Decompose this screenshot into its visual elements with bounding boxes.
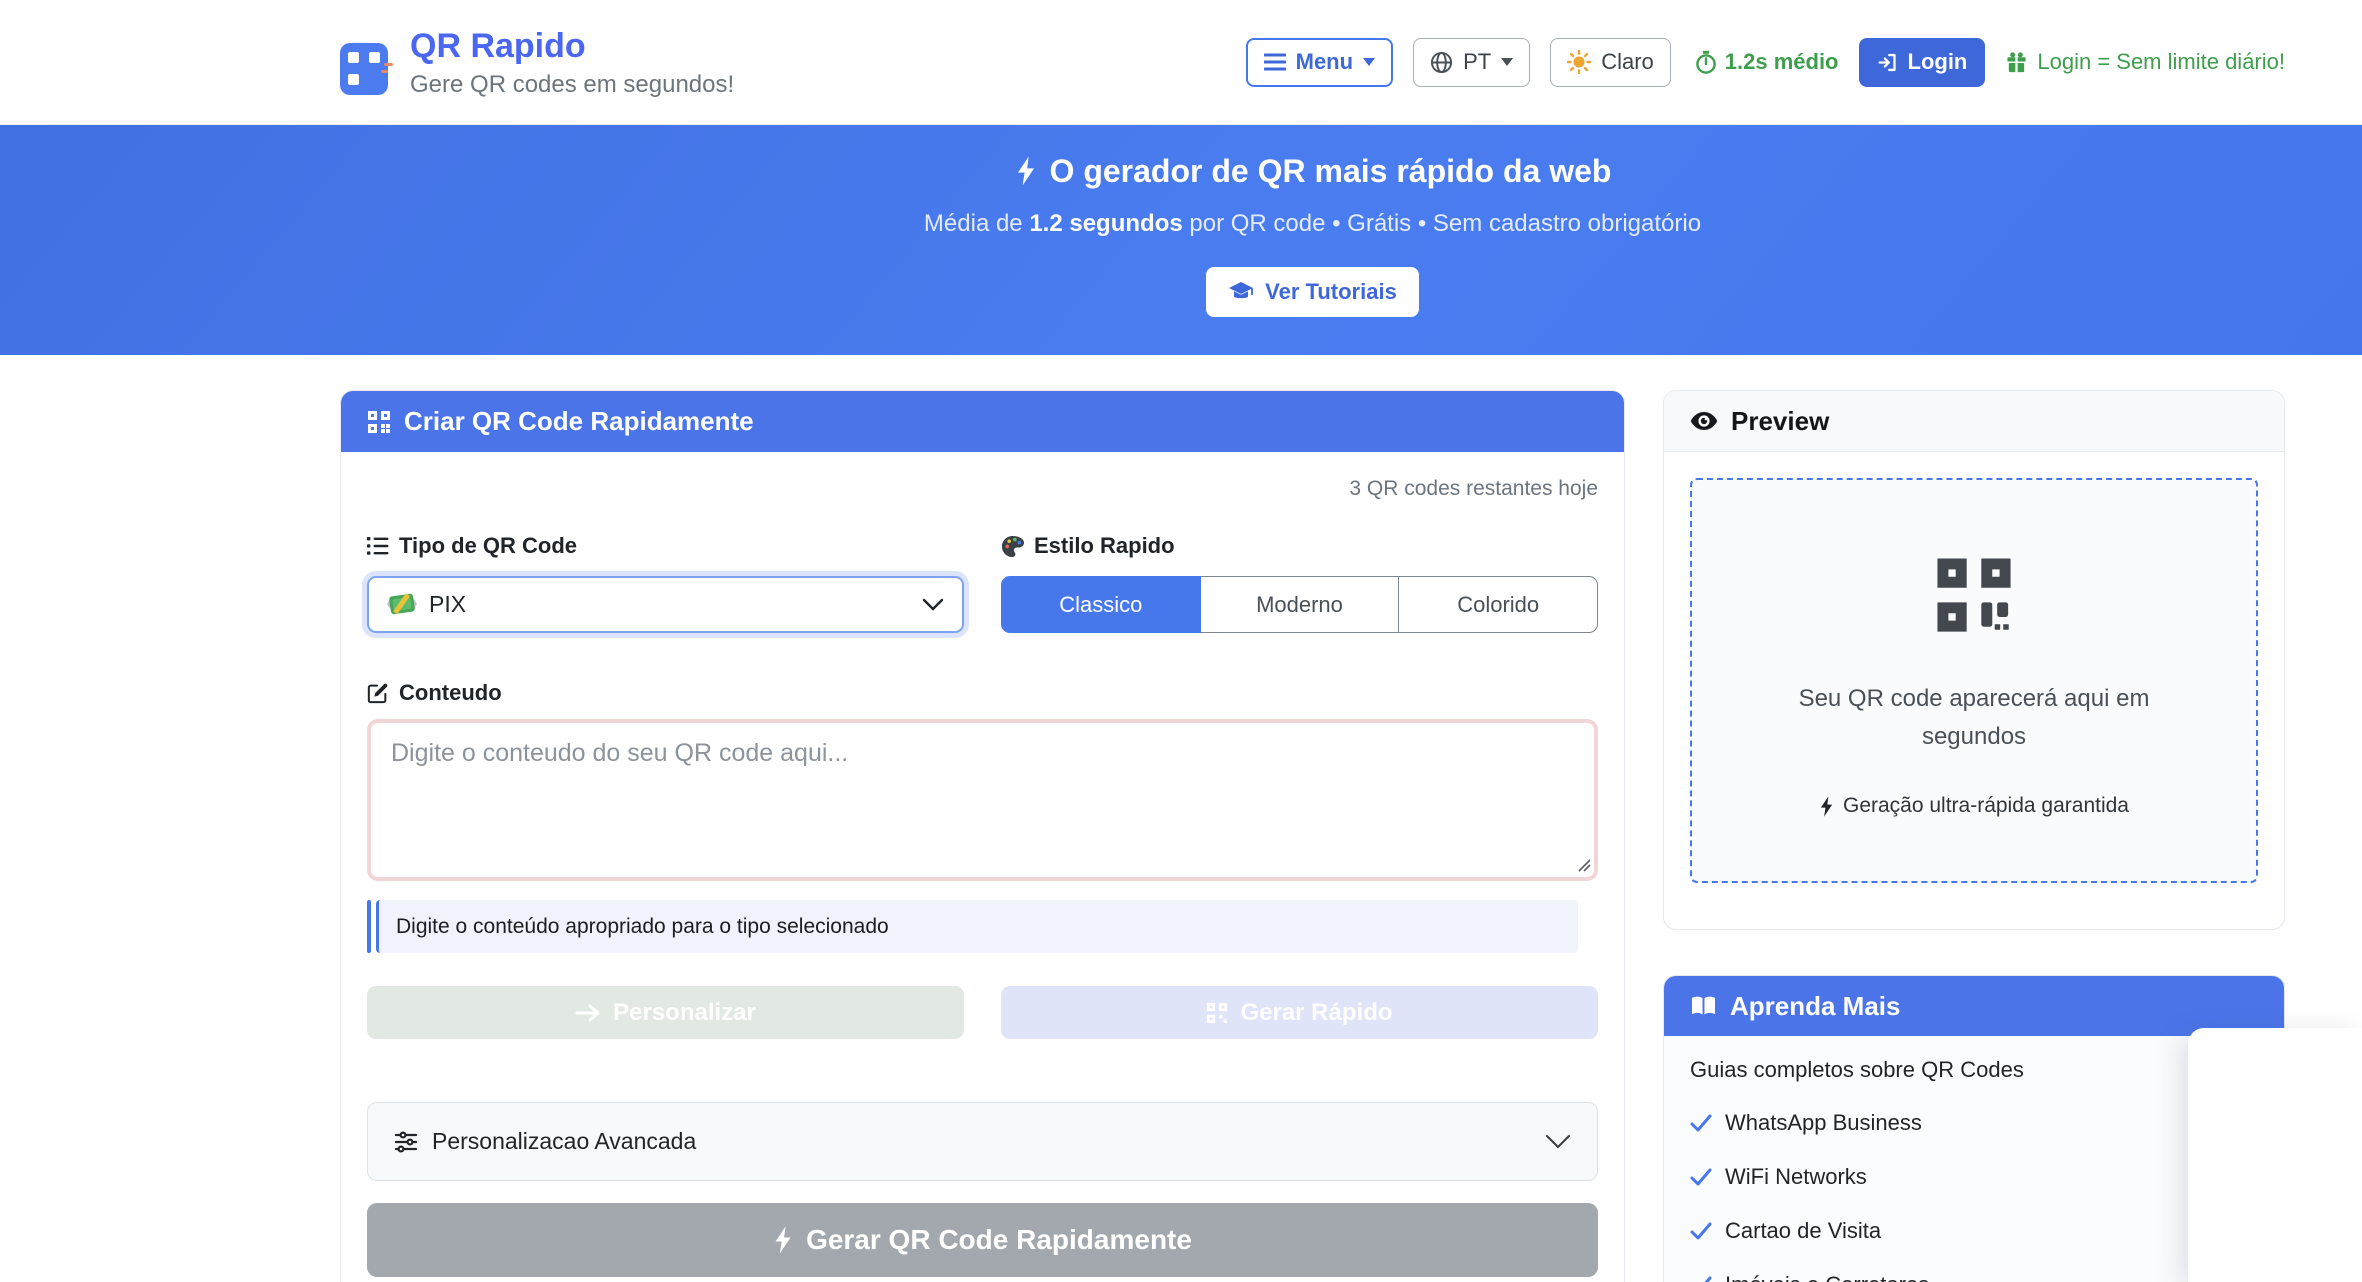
qr-creator-card: Criar QR Code Rapidamente 3 QR codes res… — [340, 390, 1625, 1282]
learn-item[interactable]: WiFi Networks — [1690, 1162, 2258, 1192]
preview-note: Geração ultra-rápida garantida — [1819, 794, 2129, 818]
preview-card: Preview Seu QR code aparecerá aqui em se… — [1663, 390, 2285, 930]
check-icon — [1690, 1167, 1712, 1187]
generate-qr-button[interactable]: Gerar QR Code Rapidamente — [367, 1203, 1598, 1277]
topbar-actions: Menu PT Claro — [1246, 38, 2285, 87]
check-icon — [1690, 1275, 1712, 1282]
hero-title-text: O gerador de QR mais rápido da web — [1050, 149, 1612, 193]
lightning-bolt-icon — [1819, 796, 1834, 817]
caret-down-icon — [1363, 58, 1375, 66]
list-icon — [367, 536, 389, 556]
speed-badge-label: 1.2s médio — [1725, 49, 1839, 75]
qr-type-value: PIX — [429, 591, 922, 618]
content-hint: Digite o conteúdo apropriado para o tipo… — [376, 900, 1578, 953]
generate-qr-label: Gerar QR Code Rapidamente — [806, 1224, 1192, 1256]
quota-remaining: 3 QR codes restantes hoje — [367, 476, 1598, 502]
qr-type-select[interactable]: PIX — [367, 576, 964, 633]
advanced-customization-accordion[interactable]: Personalizacao Avancada — [367, 1102, 1598, 1181]
speed-badge: 1.2s médio — [1695, 49, 1839, 75]
login-label: Login — [1908, 49, 1968, 75]
learn-item[interactable]: Imóveis e Corretores — [1690, 1270, 2258, 1282]
lightning-bolt-icon — [1014, 156, 1038, 186]
palette-icon — [1001, 535, 1024, 558]
personalize-label: Personalizar — [613, 999, 756, 1027]
arrow-right-icon — [575, 1003, 601, 1023]
brand-text: QR Rapido Gere QR codes em segundos! — [410, 23, 734, 101]
learn-more-title: Aprenda Mais — [1730, 991, 1901, 1022]
advanced-customization-label: Personalizacao Avancada — [432, 1128, 696, 1155]
lightning-bolt-icon — [773, 1226, 793, 1254]
check-icon — [1690, 1113, 1712, 1133]
quick-generate-label: Gerar Rápido — [1240, 999, 1392, 1027]
qr-code-icon — [367, 410, 391, 434]
preview-note-text: Geração ultra-rápida garantida — [1843, 794, 2129, 818]
brand-logo-icon[interactable] — [340, 43, 388, 95]
brand-name[interactable]: QR Rapido — [410, 23, 734, 69]
hero-title: O gerador de QR mais rápido da web — [1014, 149, 1612, 193]
open-book-icon — [1690, 995, 1717, 1018]
menu-button[interactable]: Menu — [1246, 38, 1393, 87]
style-option-moderno[interactable]: Moderno — [1200, 576, 1400, 633]
caret-down-icon — [1501, 58, 1513, 66]
language-button[interactable]: PT — [1413, 38, 1530, 87]
language-label: PT — [1463, 49, 1491, 75]
overlay-panel — [2188, 1028, 2362, 1282]
tutorials-button[interactable]: Ver Tutoriais — [1206, 267, 1419, 317]
learn-more-header: Aprenda Mais — [1664, 976, 2284, 1036]
brand-tagline: Gere QR codes em segundos! — [410, 69, 734, 101]
gift-icon — [2005, 51, 2028, 74]
hamburger-icon — [1264, 53, 1286, 71]
learn-item[interactable]: Cartao de Visita — [1690, 1216, 2258, 1246]
qr-type-label: Tipo de QR Code — [367, 532, 964, 560]
graduation-cap-icon — [1228, 281, 1254, 303]
resize-handle[interactable] — [1577, 858, 1591, 872]
learn-subtitle: Guias completos sobre QR Codes — [1690, 1056, 2258, 1084]
sliders-icon — [394, 1130, 418, 1154]
hero-banner: O gerador de QR mais rápido da web Média… — [0, 125, 2362, 355]
preview-title: Preview — [1731, 406, 1829, 437]
money-banknote-icon — [387, 592, 417, 618]
globe-icon — [1430, 51, 1453, 74]
quick-style-label: Estilo Rapido — [1001, 532, 1598, 560]
stopwatch-icon — [1695, 50, 1717, 74]
style-option-classico[interactable]: Classico — [1001, 576, 1201, 633]
theme-toggle-button[interactable]: Claro — [1550, 38, 1671, 87]
menu-label: Menu — [1296, 49, 1353, 75]
content-label: Conteudo — [367, 679, 1598, 707]
brand: QR Rapido Gere QR codes em segundos! — [340, 23, 734, 101]
login-benefit: Login = Sem limite diário! — [2005, 49, 2285, 75]
preview-header: Preview — [1664, 391, 2284, 452]
login-arrow-icon — [1877, 52, 1898, 73]
login-button[interactable]: Login — [1859, 38, 1986, 87]
learn-item[interactable]: WhatsApp Business — [1690, 1108, 2258, 1138]
hint-accent-bar — [367, 900, 371, 953]
theme-label: Claro — [1601, 49, 1654, 75]
chevron-down-icon — [1545, 1134, 1571, 1149]
qr-rapido-page: QR Rapido Gere QR codes em segundos! Men… — [0, 0, 2362, 1282]
personalize-button[interactable]: Personalizar — [367, 986, 964, 1039]
qr-creator-title: Criar QR Code Rapidamente — [404, 406, 754, 437]
hero-subtitle: Média de 1.2 segundos por QR code • Grát… — [924, 207, 1701, 241]
eye-icon — [1690, 410, 1718, 432]
quick-generate-button[interactable]: Gerar Rápido — [1001, 986, 1598, 1039]
content-hint-row: Digite o conteúdo apropriado para o tipo… — [367, 900, 1598, 953]
qr-preview-area: Seu QR code aparecerá aqui em segundos G… — [1690, 478, 2258, 883]
preview-placeholder-text: Seu QR code aparecerá aqui em segundos — [1744, 680, 2204, 756]
pencil-square-icon — [367, 682, 389, 704]
top-header: QR Rapido Gere QR codes em segundos! Men… — [0, 0, 2362, 125]
login-benefit-label: Login = Sem limite diário! — [2037, 49, 2285, 75]
qr-code-placeholder-icon — [1935, 556, 2013, 634]
chevron-down-icon — [922, 598, 944, 611]
qr-code-icon — [1206, 1002, 1228, 1024]
style-option-colorido[interactable]: Colorido — [1398, 576, 1598, 633]
quick-style-group: Classico Moderno Colorido — [1001, 576, 1598, 633]
content-textarea[interactable] — [367, 719, 1598, 881]
sun-icon — [1567, 50, 1591, 74]
check-icon — [1690, 1221, 1712, 1241]
qr-creator-header: Criar QR Code Rapidamente — [341, 391, 1624, 452]
tutorials-label: Ver Tutoriais — [1265, 279, 1397, 305]
